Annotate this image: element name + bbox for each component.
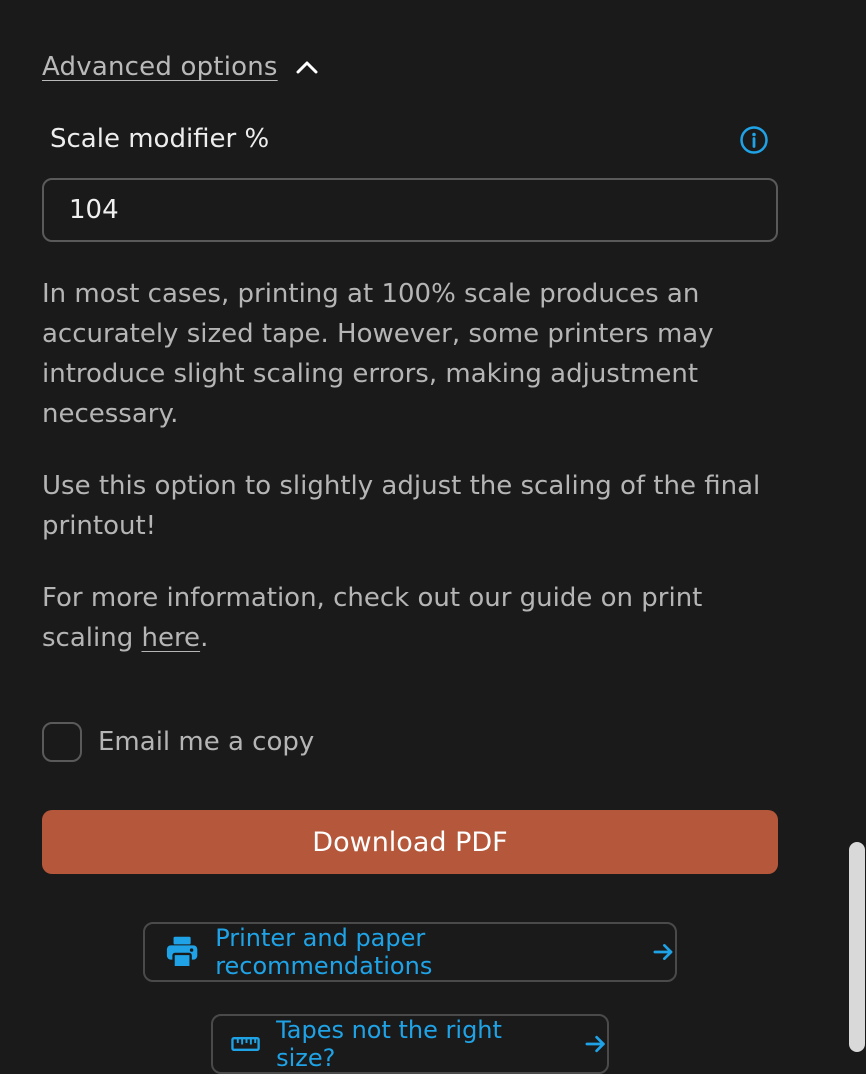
info-icon[interactable] [739,125,769,155]
scale-usage-hint: Use this option to slightly adjust the s… [42,471,761,541]
arrow-right-icon [653,944,673,960]
arrow-right-icon [585,1035,605,1053]
page: Advanced options Scale modifier % In mos… [0,0,866,1074]
download-pdf-button[interactable]: Download PDF [42,810,778,874]
chevron-up-icon[interactable] [296,60,318,74]
printer-recommendations-label: Printer and paper recommendations [215,924,433,980]
scale-description: In most cases, printing at 100% scale pr… [42,279,714,429]
advanced-options-toggle[interactable]: Advanced options [42,52,318,82]
scale-modifier-label: Scale modifier % [50,124,270,154]
email-copy-option[interactable]: Email me a copy [42,722,314,762]
scale-modifier-input[interactable] [42,178,778,242]
printer-recommendations-button[interactable]: Printer and paper recommendations [143,922,677,982]
tapes-size-help-button[interactable]: Tapes not the right size? [211,1014,609,1074]
scale-guide-note: For more information, check out our guid… [42,578,782,658]
guide-note-end: . [200,623,209,653]
email-copy-label[interactable]: Email me a copy [98,727,314,757]
tapes-size-help-label: Tapes not the right size? [276,1016,502,1072]
scrollbar-thumb[interactable] [849,842,865,1052]
printer-icon [166,936,198,969]
email-copy-checkbox[interactable] [42,722,82,762]
ruler-icon [231,1037,260,1051]
advanced-options-label[interactable]: Advanced options [42,52,278,82]
guide-link[interactable]: here [141,623,200,653]
